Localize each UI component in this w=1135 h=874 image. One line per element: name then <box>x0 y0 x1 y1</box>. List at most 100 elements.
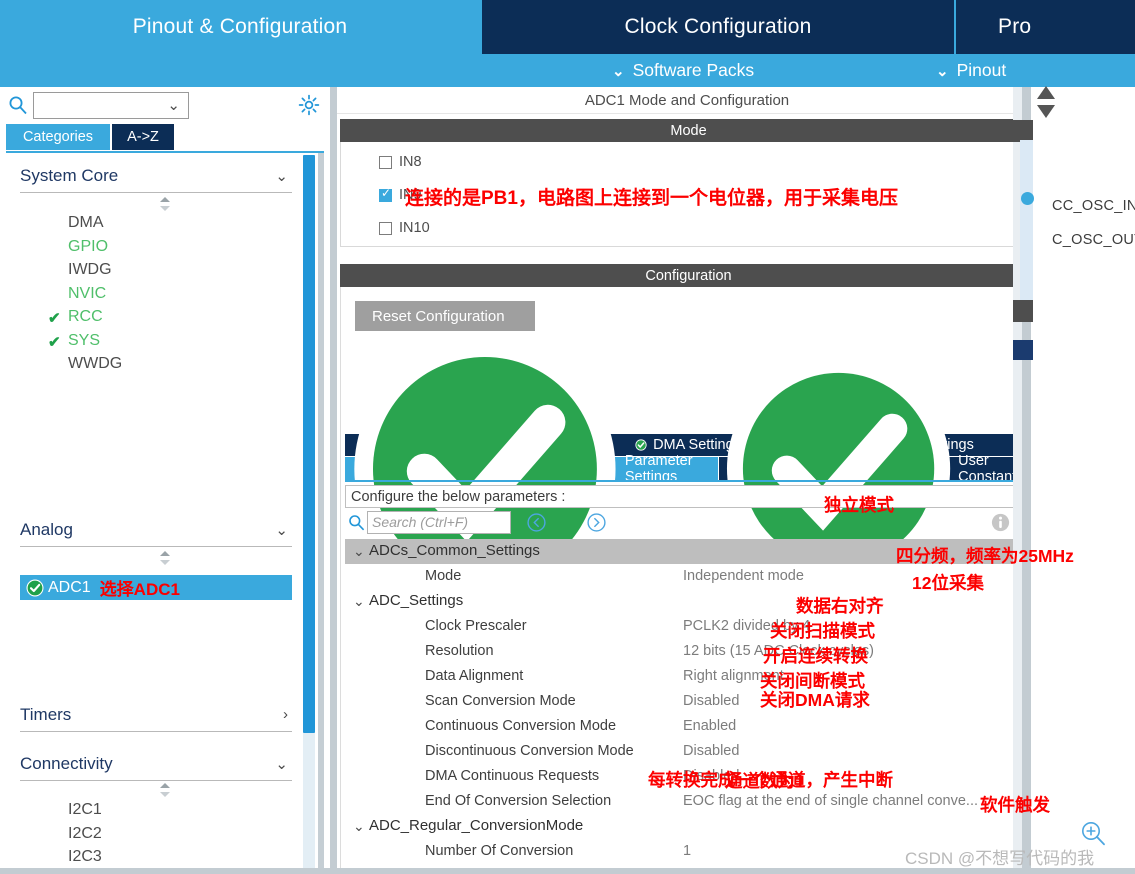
gear-icon[interactable] <box>297 93 321 117</box>
menu-software-packs[interactable]: ⌄ Software Packs <box>612 54 754 87</box>
panel-title: ADC1 Mode and Configuration <box>337 87 1037 114</box>
annotation-continuous-conversion-mode: 开启连续转换 <box>763 646 868 666</box>
checkbox-icon[interactable] <box>379 155 392 169</box>
chevron-down-icon: ⌄ <box>275 755 288 773</box>
table-row-clock-prescaler[interactable]: Clock Prescaler PCLK2 divided by 4 <box>345 614 1034 639</box>
menu-software-packs-label: Software Packs <box>632 60 755 80</box>
configuration-section-header: Configuration <box>340 264 1037 287</box>
sidebar-item-dma[interactable]: DMA <box>20 211 292 235</box>
sidebar-item-sys[interactable]: ✔ SYS <box>20 329 292 353</box>
mode-checkbox-in10[interactable]: IN10 <box>379 217 430 239</box>
parameter-search-input[interactable]: Search (Ctrl+F) <box>367 511 511 534</box>
chevron-down-icon[interactable]: ⌄ <box>353 818 365 835</box>
param-value[interactable]: Disabled <box>683 693 739 709</box>
chevron-down-icon[interactable]: ⌄ <box>353 543 365 560</box>
sidebar-item-sys-label: SYS <box>68 331 101 349</box>
scroll-spinner-icon[interactable] <box>159 783 171 797</box>
param-value[interactable]: Independent mode <box>683 568 804 584</box>
sidebar-item-i2c2[interactable]: I2C2 <box>20 822 292 846</box>
reset-configuration-button-label: Reset Configuration <box>372 307 505 325</box>
sidebar-group-system-core-header[interactable]: System Core ⌄ <box>20 159 292 193</box>
sidebar-item-iwdg[interactable]: IWDG <box>20 258 292 282</box>
sidebar-item-adc1[interactable]: ADC1 选择ADC1 <box>20 575 292 600</box>
param-value[interactable]: Enabled <box>683 718 736 734</box>
collapse-arrow-down-icon[interactable] <box>1037 105 1055 118</box>
menu-pinout[interactable]: ⌄ Pinout <box>936 54 1006 87</box>
sidebar-group-timers[interactable]: Timers › <box>20 698 292 732</box>
table-row-continuous-conversion-mode[interactable]: Continuous Conversion Mode Enabled <box>345 714 1034 739</box>
secondary-menu-bar: ⌄ Software Packs ⌄ Pinout <box>0 54 1135 87</box>
pin-label-osc-out: C_OSC_OUT <box>1052 232 1135 248</box>
sidebar-group-analog-title: Analog <box>20 519 73 539</box>
configure-parameters-hint: Configure the below parameters : <box>345 485 1034 508</box>
param-value[interactable]: Disabled <box>683 743 739 759</box>
annotation-clock-prescaler: 四分频，频率为25MHz <box>896 546 1074 566</box>
table-row-scan-conversion-mode[interactable]: Scan Conversion Mode Disabled <box>345 689 1034 714</box>
chevron-down-icon: ⌄ <box>612 62 625 80</box>
sidebar-tabs: Categories A->Z <box>0 124 330 150</box>
check-icon: ✔ <box>48 333 61 351</box>
param-name: Clock Prescaler <box>425 618 527 634</box>
param-value[interactable]: 1 <box>683 843 691 859</box>
zoom-in-icon[interactable] <box>1080 820 1106 846</box>
annotation-external-trigger-conversion-source: 软件触发 <box>980 795 1050 815</box>
sidebar-item-wwdg[interactable]: WWDG <box>20 352 292 376</box>
tab-clock-configuration[interactable]: Clock Configuration <box>482 0 954 54</box>
mode-section-header-label: Mode <box>670 122 707 139</box>
info-icon[interactable] <box>991 513 1010 532</box>
sidebar-item-i2c1[interactable]: I2C1 <box>20 798 292 822</box>
sidebar-search-row: ⌄ <box>0 87 330 124</box>
table-row-end-of-conversion-selection[interactable]: End Of Conversion Selection EOC flag at … <box>345 789 1034 814</box>
scroll-spinner-icon[interactable] <box>159 551 171 565</box>
configuration-tabs-row-2: Parameter Settings User Constants <box>345 337 1034 600</box>
sidebar-group-system-core[interactable]: System Core ⌄ <box>20 159 292 193</box>
sidebar-group-timers-title: Timers <box>20 704 72 724</box>
sidebar-item-i2c1-label: I2C1 <box>68 801 102 818</box>
annotation-data-alignment: 数据右对齐 <box>796 596 884 616</box>
mode-checkbox-in8-label: IN8 <box>399 154 422 170</box>
sidebar-item-i2c3-label: I2C3 <box>68 848 102 865</box>
chip-pin-dot[interactable] <box>1021 192 1034 205</box>
sidebar-group-system-core-title: System Core <box>20 165 119 185</box>
chevron-down-icon[interactable]: ⌄ <box>353 593 365 610</box>
sidebar-item-adc1-label: ADC1 <box>48 578 91 596</box>
sidebar-tab-categories[interactable]: Categories <box>6 124 110 150</box>
tab-pinout-configuration[interactable]: Pinout & Configuration <box>0 0 480 54</box>
table-row-discontinuous-conversion-mode[interactable]: Discontinuous Conversion Mode Disabled <box>345 739 1034 764</box>
checkbox-checked-icon[interactable] <box>379 186 392 202</box>
mode-checkbox-in10-label: IN10 <box>399 220 430 236</box>
tab-user-constants[interactable]: User Constants <box>719 356 1034 581</box>
sidebar-group-timers-header[interactable]: Timers › <box>20 698 292 732</box>
chevron-down-icon: ⌄ <box>275 167 288 185</box>
sidebar-item-nvic[interactable]: NVIC <box>20 282 292 306</box>
sidebar-item-gpio[interactable]: GPIO <box>20 235 292 259</box>
sidebar-category-list: System Core ⌄ DMA GPIO IWDG NVIC ✔ RCC ✔ S… <box>6 151 324 873</box>
annotation-in9: 连接的是PB1，电路图上连接到一个电位器，用于采集电压 <box>405 188 898 209</box>
collapse-arrow-up-icon[interactable] <box>1037 86 1055 99</box>
table-row-data-alignment[interactable]: Data Alignment Right alignment <box>345 664 1034 689</box>
sidebar-item-rcc[interactable]: ✔ RCC <box>20 305 292 329</box>
sidebar-group-connectivity[interactable]: Connectivity ⌄ <box>20 747 292 781</box>
group-name: ADC_Settings <box>369 592 464 609</box>
sidebar-scrollbar-thumb[interactable] <box>303 155 315 733</box>
sidebar-group-connectivity-header[interactable]: Connectivity ⌄ <box>20 747 292 781</box>
ip-search-combo[interactable]: ⌄ <box>33 92 189 119</box>
menu-pinout-label: Pinout <box>956 60 1007 80</box>
tab-parameter-settings[interactable]: Parameter Settings <box>345 337 718 600</box>
sidebar-group-analog[interactable]: Analog ⌄ <box>20 513 292 547</box>
table-row-resolution[interactable]: Resolution 12 bits (15 ADC Clock cycles) <box>345 639 1034 664</box>
sidebar-tab-a-to-z[interactable]: A->Z <box>112 124 174 150</box>
tab-project-manager[interactable]: Pro <box>956 0 1135 54</box>
checkbox-icon[interactable] <box>379 221 392 235</box>
param-name: Data Alignment <box>425 668 524 684</box>
mode-checkbox-in8[interactable]: IN8 <box>379 151 422 173</box>
scroll-spinner-icon[interactable] <box>159 197 171 211</box>
table-row-group-adc-regular-conversionmode[interactable]: ⌄ ADC_Regular_ConversionMode <box>345 814 1034 839</box>
param-value[interactable]: EOC flag at the end of single channel co… <box>683 793 978 809</box>
previous-match-icon[interactable] <box>527 513 546 532</box>
reset-configuration-button[interactable]: Reset Configuration <box>355 301 535 331</box>
next-match-icon[interactable] <box>587 513 606 532</box>
sidebar-group-analog-header[interactable]: Analog ⌄ <box>20 513 292 547</box>
sidebar-item-i2c3[interactable]: I2C3 <box>20 845 292 869</box>
categories-sidebar: ⌄ Categories A->Z System Core ⌄ DMA GPIO… <box>0 87 330 874</box>
